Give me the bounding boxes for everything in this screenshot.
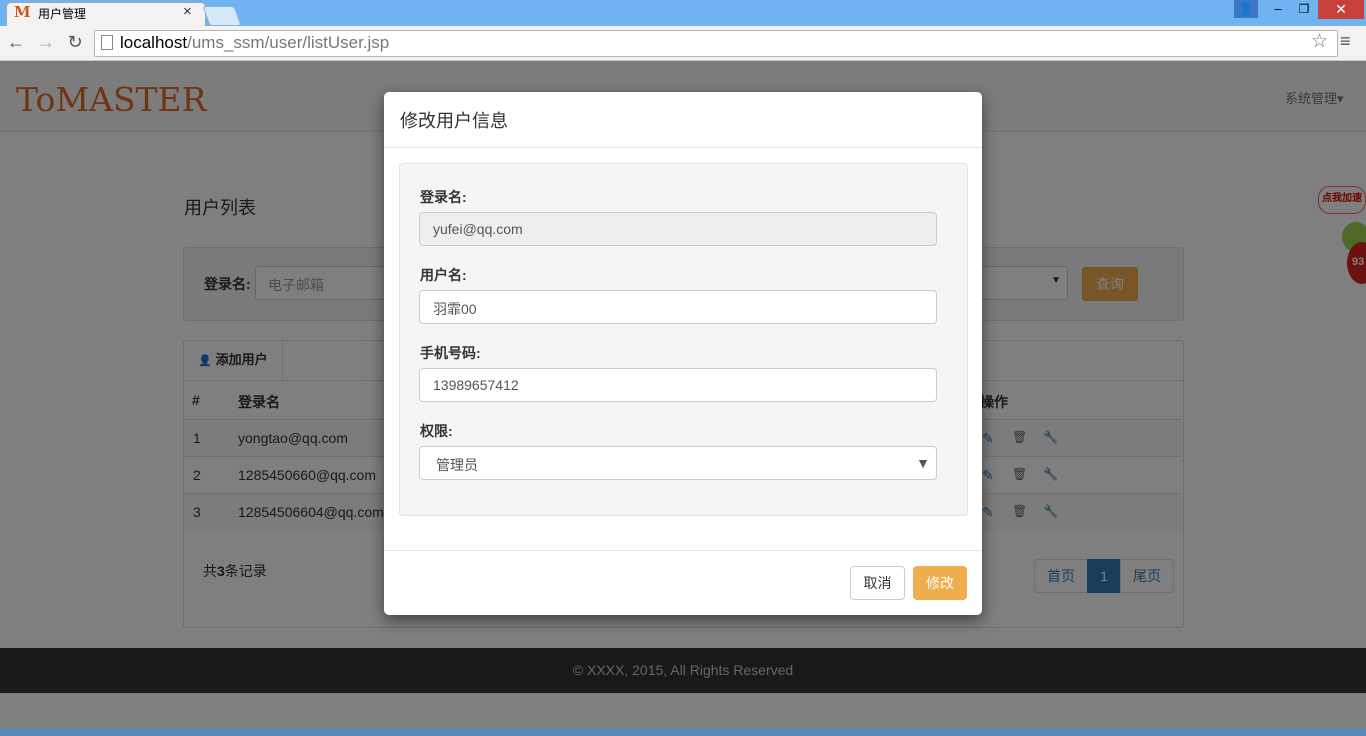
bookmark-star-icon[interactable]: ☆ (1311, 30, 1328, 53)
window-maximize-button[interactable]: ❐ (1292, 0, 1316, 18)
phone-field[interactable]: 13989657412 (419, 368, 937, 402)
username-field[interactable]: 羽霏00 (419, 290, 937, 324)
forward-icon[interactable]: → (35, 31, 57, 53)
phone-field-label: 手机号码: (420, 345, 481, 361)
back-icon[interactable]: ← (5, 31, 27, 53)
url-host: localhost (120, 33, 188, 52)
cancel-button[interactable]: 取消 (850, 566, 905, 600)
page-icon (101, 35, 113, 50)
url-path: /ums_ssm/user/listUser.jsp (187, 33, 390, 52)
login-field-label: 登录名: (420, 189, 467, 205)
modify-button[interactable]: 修改 (913, 566, 967, 600)
window-user-icon[interactable]: 👤 (1234, 0, 1258, 18)
tab-close-icon[interactable]: × (183, 3, 192, 20)
os-taskbar (0, 728, 1366, 736)
modal-title: 修改用户信息 (400, 111, 508, 131)
username-field-value: 羽霏00 (433, 301, 477, 317)
role-select[interactable]: 管理员 ▼ (419, 446, 937, 480)
role-select-value: 管理员 (436, 457, 478, 473)
modal-footer-divider (384, 550, 982, 551)
new-tab-button[interactable] (202, 6, 242, 26)
browser-tab[interactable] (6, 2, 206, 27)
chevron-down-icon: ▼ (916, 455, 930, 471)
address-bar-url[interactable]: localhost/ums_ssm/user/listUser.jsp (120, 33, 389, 53)
login-field-value: yufei@qq.com (433, 221, 523, 237)
login-field: yufei@qq.com (419, 212, 937, 246)
tab-favicon-icon: M (14, 3, 31, 21)
window-close-button[interactable]: ✕ (1318, 0, 1364, 19)
phone-field-value: 13989657412 (433, 377, 519, 393)
reload-icon[interactable]: ↻ (64, 31, 86, 53)
browser-menu-icon[interactable]: ≡ (1340, 31, 1351, 52)
role-field-label: 权限: (420, 423, 453, 439)
tab-title: 用户管理 (38, 7, 87, 21)
window-minimize-button[interactable]: – (1266, 0, 1290, 18)
modal-header-divider (384, 147, 982, 148)
username-field-label: 用户名: (420, 267, 467, 283)
